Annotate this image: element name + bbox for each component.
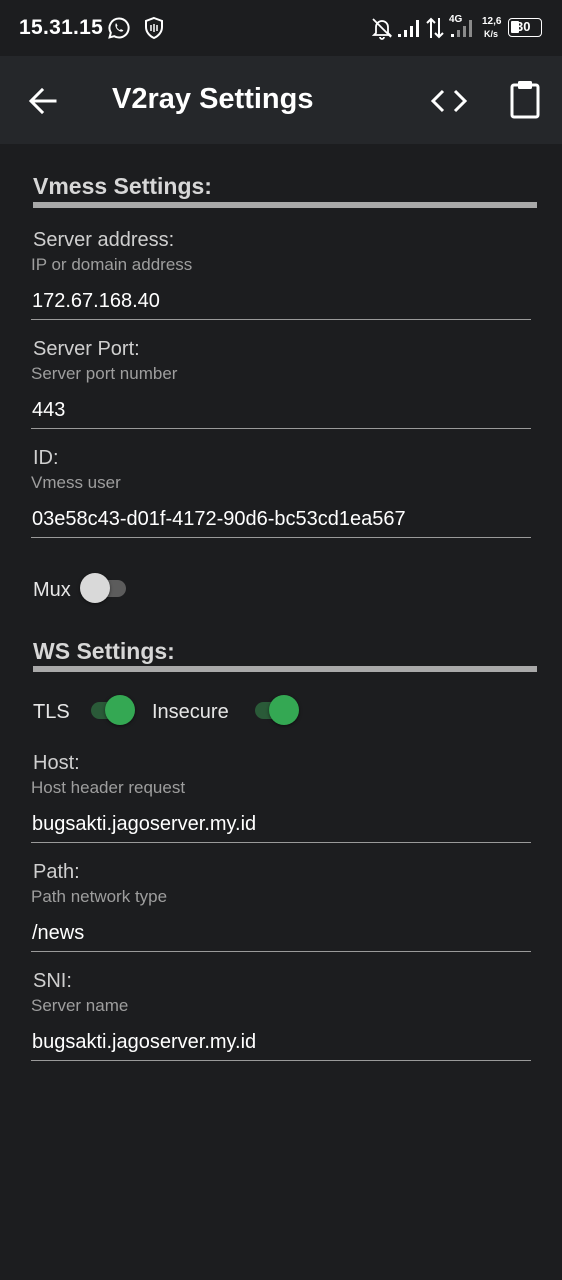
server-port-input[interactable] xyxy=(31,393,531,427)
vmess-section-title: Vmess Settings: xyxy=(33,173,212,199)
signal-4g-icon xyxy=(451,20,472,37)
app-bar: V2ray Settings xyxy=(0,56,562,144)
tls-toggle[interactable] xyxy=(87,693,139,727)
shield-icon xyxy=(145,16,163,40)
sni-hint: Server name xyxy=(31,996,129,1015)
id-field xyxy=(31,502,531,538)
insecure-label: Insecure xyxy=(152,701,229,723)
vmess-section-divider xyxy=(33,202,537,208)
mute-bell-icon xyxy=(371,18,393,40)
path-label: Path: xyxy=(33,861,80,883)
path-field xyxy=(31,916,531,952)
speed-unit: K/s xyxy=(484,29,499,39)
code-view-button[interactable] xyxy=(426,80,472,122)
clipboard-button[interactable] xyxy=(504,78,546,124)
insecure-toggle-thumb xyxy=(269,695,299,725)
id-label: ID: xyxy=(33,447,59,469)
path-hint: Path network type xyxy=(31,887,168,906)
server-port-field xyxy=(31,393,531,429)
back-button[interactable] xyxy=(22,80,64,122)
mux-toggle[interactable] xyxy=(80,571,132,605)
ws-section-title: WS Settings: xyxy=(33,638,175,664)
mux-label: Mux xyxy=(33,579,71,601)
status-bar: 15.31.15 4G 12,6 K/s 30 xyxy=(0,0,562,56)
server-address-label: Server address: xyxy=(33,229,175,251)
host-input[interactable] xyxy=(31,807,531,841)
whatsapp-icon xyxy=(108,17,130,39)
id-hint: Vmess user xyxy=(31,473,121,492)
sni-input[interactable] xyxy=(31,1025,531,1059)
battery-level: 30 xyxy=(516,19,531,34)
host-field xyxy=(31,807,531,843)
status-time: 15.31.15 xyxy=(19,16,104,39)
id-input[interactable] xyxy=(31,502,531,536)
server-address-field xyxy=(31,284,531,320)
speed-value: 12,6 xyxy=(482,16,502,27)
clipboard-icon xyxy=(510,81,540,119)
mux-toggle-thumb xyxy=(80,573,110,603)
back-arrow-icon xyxy=(28,87,57,115)
server-port-hint: Server port number xyxy=(31,364,178,383)
sni-label: SNI: xyxy=(33,970,72,992)
tls-label: TLS xyxy=(33,701,70,723)
page-title: V2ray Settings xyxy=(112,83,314,115)
host-label: Host: xyxy=(33,752,80,774)
ws-section-divider xyxy=(33,666,537,672)
data-arrows-icon xyxy=(426,17,444,39)
tls-toggle-thumb xyxy=(105,695,135,725)
server-address-input[interactable] xyxy=(31,284,531,318)
battery-icon: 30 xyxy=(508,18,542,37)
code-icon xyxy=(430,89,468,113)
signal-icon xyxy=(398,20,419,37)
sni-field xyxy=(31,1025,531,1061)
host-hint: Host header request xyxy=(31,778,186,797)
server-port-label: Server Port: xyxy=(33,338,140,360)
path-input[interactable] xyxy=(31,916,531,950)
insecure-toggle[interactable] xyxy=(251,693,303,727)
server-address-hint: IP or domain address xyxy=(31,255,193,274)
